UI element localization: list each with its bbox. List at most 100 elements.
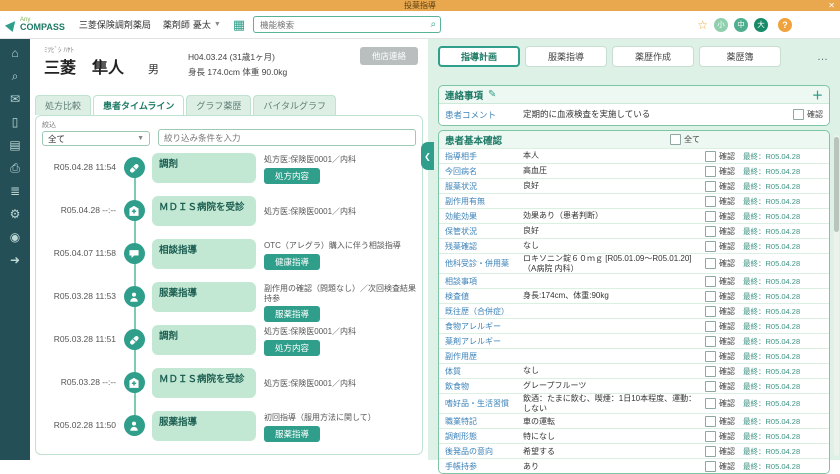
- timeline-filter-select[interactable]: 全て ▼: [42, 131, 150, 146]
- timeline-entry-type[interactable]: 服薬指導: [152, 411, 256, 441]
- timeline-search-input[interactable]: [158, 129, 416, 146]
- confirm-checkbox[interactable]: 確認: [705, 211, 743, 222]
- font-size-small-button[interactable]: 小: [714, 18, 728, 32]
- confirm-label: 確認: [719, 336, 735, 347]
- document-icon[interactable]: ▤: [9, 139, 20, 152]
- confirm-checkbox[interactable]: 確認: [705, 321, 743, 332]
- row-label[interactable]: 後発品の意向: [445, 446, 523, 457]
- function-search-input[interactable]: [258, 19, 430, 31]
- checkbox-icon: [705, 258, 716, 269]
- confirm-checkbox[interactable]: 確認: [705, 336, 743, 347]
- row-label[interactable]: 検査値: [445, 291, 523, 302]
- timeline-entry-type[interactable]: ＭＤＩＳ病院を受診: [152, 196, 256, 226]
- confirm-checkbox[interactable]: 確認: [705, 381, 743, 392]
- timeline-entry-type[interactable]: 相談指導: [152, 239, 256, 269]
- confirm-checkbox[interactable]: 確認: [705, 196, 743, 207]
- timeline-entry-type[interactable]: 調剤: [152, 153, 256, 183]
- confirm-checkbox[interactable]: 確認: [705, 416, 743, 427]
- row-label[interactable]: 副作用有無: [445, 196, 523, 207]
- last-confirmed-date: 最終：R05.04.28: [743, 196, 823, 207]
- guidance-tab-3[interactable]: 薬歴簿: [699, 46, 781, 67]
- confirm-checkbox[interactable]: 確認: [705, 306, 743, 317]
- search-icon[interactable]: ⌕: [431, 19, 437, 30]
- help-button[interactable]: ?: [778, 18, 792, 32]
- logout-icon[interactable]: ➜: [10, 254, 20, 267]
- row-label[interactable]: 相談事項: [445, 276, 523, 287]
- mobile-icon[interactable]: ▯: [12, 116, 19, 129]
- timeline-entry-button[interactable]: 健康指導: [264, 254, 320, 270]
- confirm-checkbox[interactable]: 確認: [705, 431, 743, 442]
- row-label[interactable]: 指導相手: [445, 151, 523, 162]
- guidance-tab-0[interactable]: 指導計画: [438, 46, 520, 67]
- left-tab-0[interactable]: 処方比較: [35, 95, 91, 115]
- user-menu[interactable]: 薬剤師 憂太 ▼: [163, 18, 221, 31]
- row-value: 効果あり（患者判断）: [523, 211, 705, 221]
- timeline-entry-type[interactable]: 服薬指導: [152, 282, 256, 312]
- confirm-checkbox[interactable]: 確認: [705, 151, 743, 162]
- search-icon[interactable]: ⌕: [12, 70, 19, 83]
- chat-icon[interactable]: ✉: [10, 93, 20, 106]
- confirm-checkbox[interactable]: 確認: [705, 461, 743, 472]
- timeline-entry-type[interactable]: 調剤: [152, 325, 256, 355]
- confirm-checkbox[interactable]: 確認: [705, 398, 743, 409]
- confirm-checkbox[interactable]: 確認: [705, 166, 743, 177]
- row-label[interactable]: 今回病名: [445, 166, 523, 177]
- confirm-checkbox[interactable]: 確認: [705, 291, 743, 302]
- other-store-contact-button[interactable]: 他店連絡: [360, 47, 418, 65]
- row-label[interactable]: 既往歴（合併症）: [445, 306, 523, 317]
- guidance-tab-2[interactable]: 薬歴作成: [612, 46, 694, 67]
- close-icon[interactable]: ✕: [828, 0, 835, 11]
- confirm-checkbox[interactable]: 確認: [705, 276, 743, 287]
- timeline-entry-button[interactable]: 処方内容: [264, 340, 320, 356]
- row-label[interactable]: 服薬状況: [445, 181, 523, 192]
- left-tab-2[interactable]: グラフ薬歴: [186, 95, 251, 115]
- printer-icon[interactable]: ⎙: [10, 162, 20, 175]
- confirm-checkbox[interactable]: 確認: [705, 181, 743, 192]
- eye-icon[interactable]: ◉: [10, 231, 20, 244]
- edit-icon[interactable]: ✎: [488, 89, 496, 100]
- row-label[interactable]: 薬剤アレルギー: [445, 336, 523, 347]
- row-label[interactable]: 職業特記: [445, 416, 523, 427]
- left-tab-3[interactable]: バイタルグラフ: [253, 95, 336, 115]
- confirm-checkbox[interactable]: 確認: [705, 241, 743, 252]
- book-icon[interactable]: ≣: [10, 185, 20, 198]
- row-label[interactable]: 食物アレルギー: [445, 321, 523, 332]
- row-label[interactable]: 他科受診・併用薬: [445, 258, 523, 269]
- settings-icon[interactable]: ⚙: [10, 208, 21, 221]
- confirm-checkbox[interactable]: 確認: [793, 109, 823, 120]
- apps-grid-icon[interactable]: ▦: [233, 18, 245, 31]
- more-options-icon[interactable]: …: [817, 51, 828, 63]
- patient-name: 三菱 隼人: [44, 54, 124, 78]
- row-label[interactable]: 手帳持参: [445, 461, 523, 472]
- confirm-checkbox[interactable]: 確認: [705, 258, 743, 269]
- home-icon[interactable]: ⌂: [11, 47, 18, 60]
- font-size-large-button[interactable]: 大: [754, 18, 768, 32]
- row-label[interactable]: 体質: [445, 366, 523, 377]
- confirm-checkbox[interactable]: 確認: [705, 446, 743, 457]
- confirm-checkbox[interactable]: 確認: [705, 226, 743, 237]
- row-label[interactable]: 残薬確認: [445, 241, 523, 252]
- row-label[interactable]: 保管状況: [445, 226, 523, 237]
- basic-confirm-row: 効能効果効果あり（患者判断）確認最終：R05.04.28: [439, 208, 829, 223]
- row-label[interactable]: 飲食物: [445, 381, 523, 392]
- confirm-checkbox[interactable]: 確認: [705, 366, 743, 377]
- row-label[interactable]: 調剤形態: [445, 431, 523, 442]
- guidance-tab-1[interactable]: 服薬指導: [525, 46, 607, 67]
- add-icon[interactable]: ＋: [812, 87, 823, 103]
- scrollbar-thumb[interactable]: [834, 137, 839, 232]
- function-search[interactable]: ⌕: [253, 16, 441, 33]
- timeline-entry-button[interactable]: 処方内容: [264, 168, 320, 184]
- check-all-checkbox[interactable]: 全て: [670, 134, 700, 145]
- confirm-checkbox[interactable]: 確認: [705, 351, 743, 362]
- scrollbar[interactable]: [834, 135, 839, 456]
- favorite-icon[interactable]: ☆: [697, 18, 708, 32]
- left-tab-1[interactable]: 患者タイムライン: [93, 95, 184, 115]
- timeline-entry-button[interactable]: 服薬指導: [264, 426, 320, 442]
- row-label[interactable]: 効能効果: [445, 211, 523, 222]
- collapse-panel-icon[interactable]: ❮: [421, 142, 434, 170]
- row-label[interactable]: 副作用歴: [445, 351, 523, 362]
- row-label[interactable]: 嗜好品・生活習慣: [445, 398, 523, 409]
- timeline-entry-type[interactable]: ＭＤＩＳ病院を受診: [152, 368, 256, 398]
- timeline-entry-button[interactable]: 服薬指導: [264, 306, 320, 322]
- font-size-medium-button[interactable]: 中: [734, 18, 748, 32]
